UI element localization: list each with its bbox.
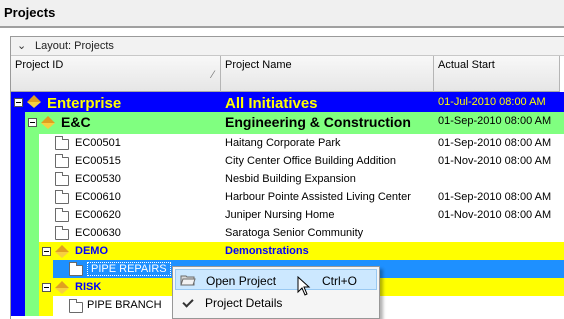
tree-indent-strip bbox=[11, 134, 25, 152]
tree-indent-strip bbox=[25, 170, 39, 188]
tree-indent-strip bbox=[25, 224, 39, 242]
tree-indent-strip bbox=[11, 112, 25, 134]
tree-indent-strip bbox=[11, 260, 25, 278]
menu-item-shortcut: Ctrl+O bbox=[322, 274, 358, 288]
tree-row-project[interactable]: EC00630 Saratoga Senior Community bbox=[11, 224, 564, 242]
eps-node-icon bbox=[55, 281, 69, 294]
eps-node-icon bbox=[55, 245, 69, 258]
project-folder-icon bbox=[69, 262, 83, 276]
tree-indent-strip bbox=[11, 188, 25, 206]
folder-open-icon bbox=[180, 273, 196, 287]
project-folder-icon bbox=[69, 299, 83, 313]
tree-indent-strip bbox=[11, 296, 25, 316]
project-folder-icon bbox=[55, 172, 69, 186]
tree-row-project[interactable]: EC00620 Juniper Nursing Home 01-Nov-2010… bbox=[11, 206, 564, 224]
context-menu: Open Project Ctrl+O Project Details bbox=[172, 266, 380, 319]
tree-row-enterprise[interactable]: Enterprise All Initiatives 01-Jul-2010 0… bbox=[11, 92, 564, 112]
tree-row-demo[interactable]: DEMO Demonstrations bbox=[11, 242, 564, 260]
project-folder-icon bbox=[55, 208, 69, 222]
cell-project-id: PIPE REPAIRS bbox=[87, 262, 171, 276]
menu-item-project-details[interactable]: Project Details bbox=[175, 292, 377, 313]
tree-row-project[interactable]: EC00515 City Center Office Building Addi… bbox=[11, 152, 564, 170]
cell-project-name: Engineering & Construction bbox=[225, 114, 411, 130]
tree-indent-strip bbox=[11, 206, 25, 224]
project-folder-icon bbox=[55, 136, 69, 150]
project-folder-icon bbox=[55, 226, 69, 240]
tree-indent-strip bbox=[39, 296, 53, 316]
project-folder-icon bbox=[55, 154, 69, 168]
project-folder-icon bbox=[55, 190, 69, 204]
column-header-project-id[interactable]: Project ID ⁄ bbox=[11, 56, 221, 92]
tree-indent-strip bbox=[11, 242, 25, 260]
cell-project-id: PIPE BRANCH bbox=[87, 299, 162, 311]
sort-grip-icon: ⁄ bbox=[212, 69, 214, 81]
tree-indent-strip bbox=[25, 188, 39, 206]
column-header-project-name[interactable]: Project Name bbox=[221, 56, 434, 92]
tree-indent-strip bbox=[11, 278, 25, 296]
collapse-toggle-icon[interactable] bbox=[42, 283, 51, 292]
chevron-down-icon[interactable]: ⌄ bbox=[17, 39, 26, 52]
eps-node-icon bbox=[27, 95, 41, 108]
menu-item-open-project[interactable]: Open Project Ctrl+O bbox=[175, 269, 377, 290]
menu-item-label: Open Project bbox=[206, 274, 277, 288]
tree-indent-strip bbox=[11, 170, 25, 188]
eps-node-icon bbox=[41, 116, 55, 129]
layout-bar[interactable]: ⌄ Layout: Projects bbox=[11, 37, 564, 56]
collapse-toggle-icon[interactable] bbox=[42, 247, 51, 256]
titlebar-divider bbox=[0, 26, 564, 28]
mouse-cursor-icon bbox=[297, 276, 311, 296]
tree-indent-strip bbox=[25, 206, 39, 224]
tree-indent-strip bbox=[25, 260, 39, 278]
column-header-label: Actual Start bbox=[438, 59, 495, 71]
window-titlebar: Projects bbox=[0, 0, 564, 28]
checkmark-icon bbox=[179, 295, 195, 309]
tree-indent-strip bbox=[25, 134, 39, 152]
tree-row-project[interactable]: EC00610 Harbour Pointe Assisted Living C… bbox=[11, 188, 564, 206]
collapse-toggle-icon[interactable] bbox=[28, 118, 37, 127]
column-header-label: Project ID bbox=[15, 59, 64, 71]
tree-row-ec[interactable]: E&C Engineering & Construction 01-Sep-20… bbox=[11, 112, 564, 134]
window-title: Projects bbox=[4, 5, 56, 20]
tree-indent-strip bbox=[25, 278, 39, 296]
menu-item-label: Project Details bbox=[205, 296, 283, 310]
tree-row-project[interactable]: EC00530 Nesbid Building Expansion bbox=[11, 170, 564, 188]
column-header-actual-start[interactable]: Actual Start bbox=[434, 56, 560, 92]
tree-indent-strip bbox=[25, 296, 39, 316]
tree-indent-strip bbox=[39, 260, 53, 278]
collapse-toggle-icon[interactable] bbox=[14, 98, 23, 107]
column-header-label: Project Name bbox=[225, 59, 292, 71]
tree-indent-strip bbox=[25, 242, 39, 260]
layout-label[interactable]: Layout: Projects bbox=[35, 40, 114, 52]
tree-indent-strip bbox=[11, 224, 25, 242]
tree-row-project[interactable]: EC00501 Haitang Corporate Park 01-Sep-20… bbox=[11, 134, 564, 152]
tree-indent-strip bbox=[11, 152, 25, 170]
cell-project-id: E&C bbox=[61, 114, 91, 130]
tree-indent-strip bbox=[25, 152, 39, 170]
